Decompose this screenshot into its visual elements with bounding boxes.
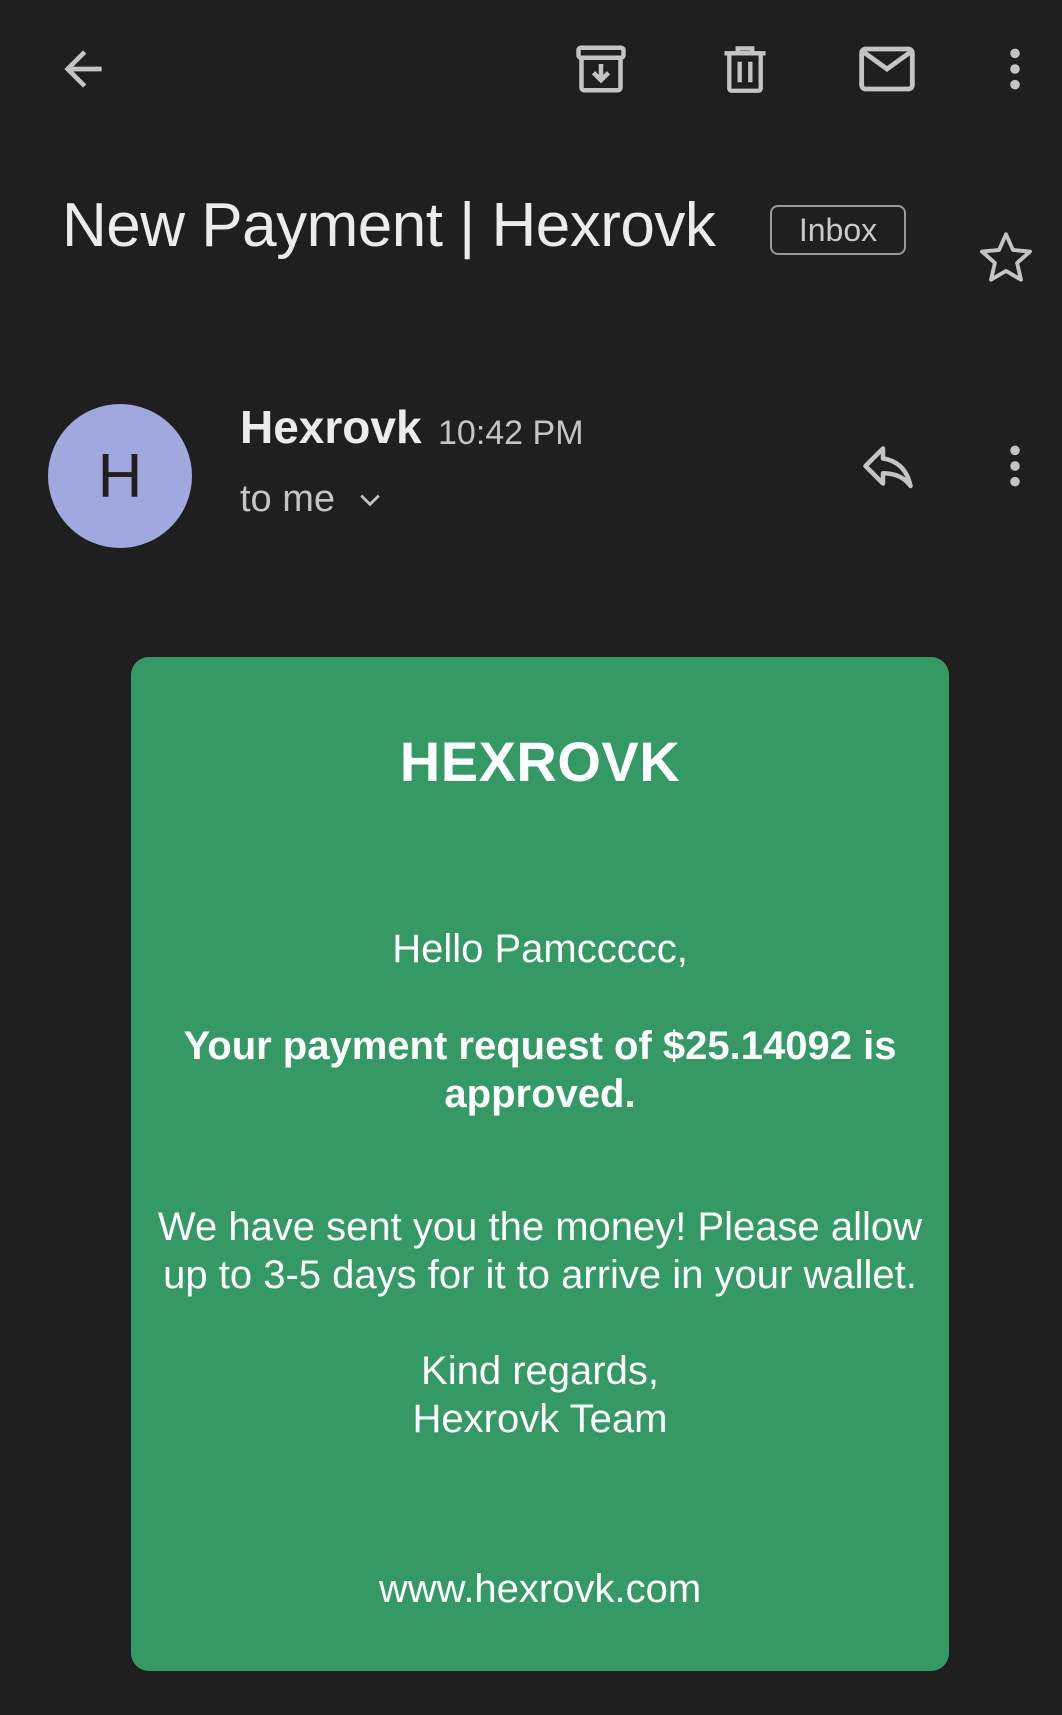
chevron-down-icon bbox=[360, 494, 380, 506]
sender-name: Hexrovk bbox=[240, 401, 422, 453]
body-message: We have sent you the money! Please allow… bbox=[157, 1205, 923, 1297]
message-more-options-button[interactable] bbox=[990, 430, 1040, 502]
email-subject: New Payment | Hexrovk bbox=[62, 191, 716, 260]
greeting-text: Hello Pamccccc, bbox=[392, 927, 688, 971]
reply-icon bbox=[863, 446, 913, 489]
website-link[interactable]: www.hexrovk.com bbox=[131, 1567, 949, 1612]
delete-button[interactable] bbox=[710, 36, 780, 102]
signoff-line: Kind regards, bbox=[421, 1349, 659, 1393]
more-vertical-icon bbox=[1010, 48, 1020, 90]
more-vertical-icon bbox=[1010, 445, 1020, 487]
archive-icon bbox=[576, 45, 626, 93]
star-outline-icon bbox=[980, 232, 1032, 282]
reply-button[interactable] bbox=[852, 430, 924, 502]
email-body-card: HEXROVK Hello Pamccccc, Your payment req… bbox=[131, 657, 949, 1671]
mark-unread-button[interactable] bbox=[852, 36, 922, 102]
sent-time: 10:42 PM bbox=[438, 414, 584, 452]
brand-heading: HEXROVK bbox=[399, 730, 681, 793]
avatar[interactable]: H bbox=[48, 404, 192, 548]
recipient-details-toggle[interactable]: to me bbox=[240, 478, 385, 521]
star-button[interactable] bbox=[970, 222, 1042, 294]
more-options-button[interactable] bbox=[990, 36, 1040, 102]
signoff: Kind regards, Hexrovk Team bbox=[131, 1347, 949, 1443]
archive-button[interactable] bbox=[566, 36, 636, 102]
approval-message: Your payment request of $25.14092 is app… bbox=[183, 1024, 897, 1116]
mail-icon bbox=[859, 46, 915, 92]
signoff-team: Hexrovk Team bbox=[412, 1397, 668, 1441]
back-button[interactable] bbox=[48, 38, 118, 100]
trash-icon bbox=[724, 46, 766, 93]
recipient-label: to me bbox=[240, 478, 336, 520]
arrow-left-icon bbox=[64, 50, 102, 88]
inbox-label-badge[interactable]: Inbox bbox=[770, 205, 906, 255]
